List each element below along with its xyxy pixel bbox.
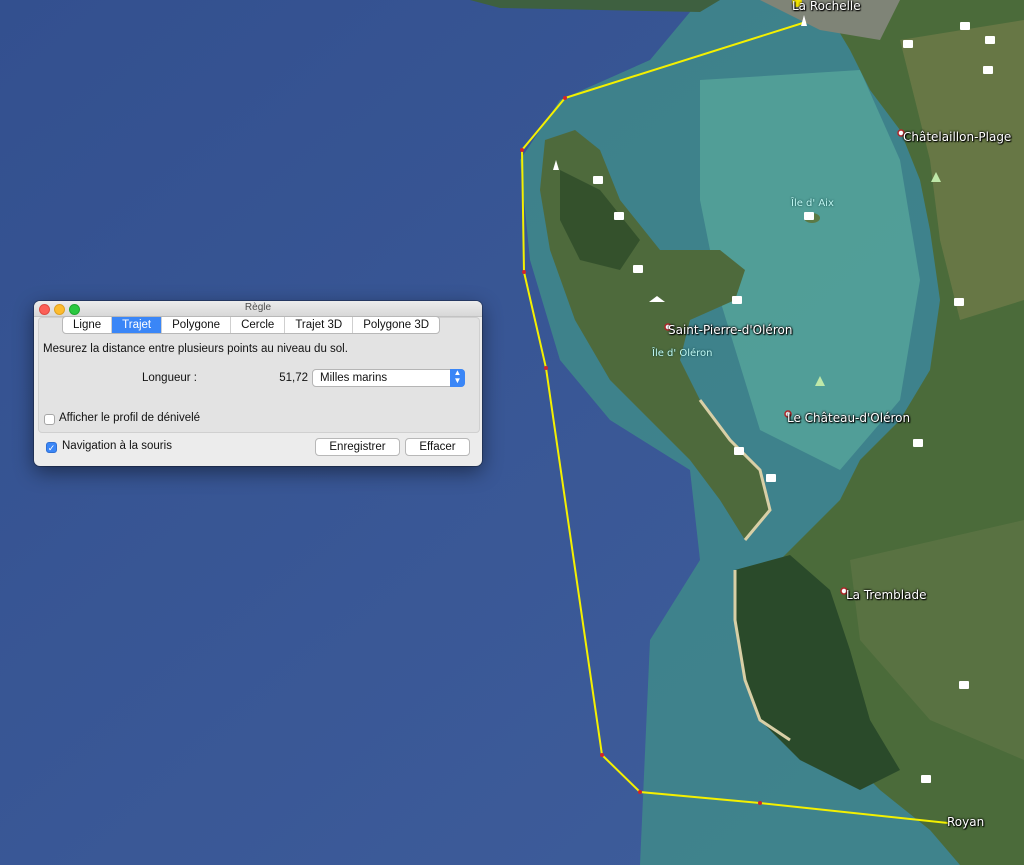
tab-polygone-3d[interactable]: Polygone 3D bbox=[353, 317, 439, 333]
label-royan: Royan bbox=[947, 815, 985, 829]
label-ile-oleron: Île d' Oléron bbox=[652, 348, 713, 359]
label-la-tremblade: La Tremblade bbox=[846, 588, 927, 602]
tab-trajet[interactable]: Trajet bbox=[112, 317, 163, 333]
label-ile-aix: Île d' Aix bbox=[791, 198, 834, 209]
chevron-updown-icon: ▲ ▼ bbox=[450, 369, 465, 387]
dialog-titlebar[interactable]: Règle bbox=[34, 301, 482, 317]
profile-checkbox[interactable] bbox=[44, 414, 55, 425]
clear-button[interactable]: Effacer bbox=[405, 438, 470, 456]
label-chateau-oleron: Le Château-d'Oléron bbox=[787, 411, 911, 425]
description-text: Mesurez la distance entre plusieurs poin… bbox=[43, 343, 348, 355]
navigation-checkbox-label[interactable]: Navigation à la souris bbox=[62, 440, 172, 452]
tab-ligne[interactable]: Ligne bbox=[63, 317, 113, 333]
ruler-dialog: Règle Ligne Trajet Polygone Cercle Traje… bbox=[34, 301, 482, 466]
tab-trajet-3d[interactable]: Trajet 3D bbox=[285, 317, 354, 333]
length-value: 51,72 bbox=[279, 372, 308, 384]
navigation-checkbox[interactable]: ✓ bbox=[46, 442, 57, 453]
save-button[interactable]: Enregistrer bbox=[315, 438, 400, 456]
label-saint-pierre: Saint-Pierre-d'Oléron bbox=[668, 323, 793, 337]
ruler-tabs: Ligne Trajet Polygone Cercle Trajet 3D P… bbox=[62, 316, 441, 334]
tab-cercle[interactable]: Cercle bbox=[231, 317, 286, 333]
tab-polygone[interactable]: Polygone bbox=[162, 317, 232, 333]
dialog-title: Règle bbox=[244, 302, 272, 313]
length-label: Longueur : bbox=[142, 372, 197, 384]
profile-checkbox-label[interactable]: Afficher le profil de dénivelé bbox=[59, 412, 200, 424]
label-chatelaillon: Châtelaillon-Plage bbox=[903, 130, 1012, 144]
label-la-rochelle: La Rochelle bbox=[792, 0, 861, 13]
unit-select-value: Milles marins bbox=[320, 372, 388, 384]
unit-select[interactable]: Milles marins ▲ ▼ bbox=[312, 369, 465, 387]
